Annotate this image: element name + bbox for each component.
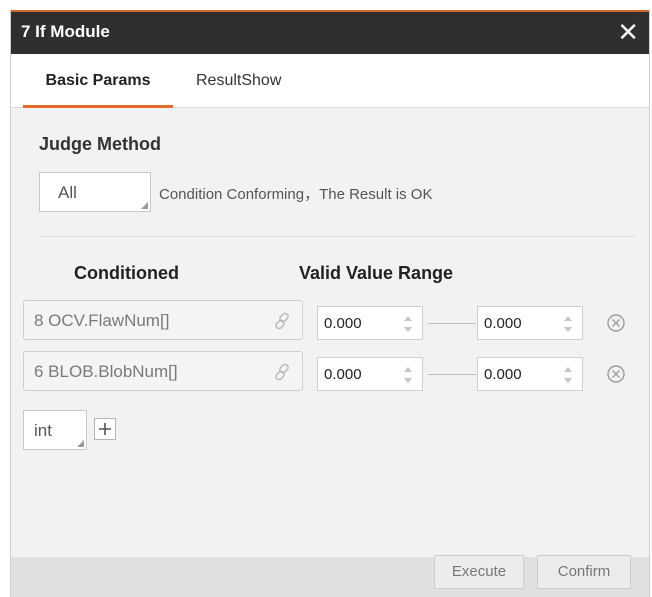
remove-condition-icon[interactable] — [605, 312, 627, 334]
close-icon[interactable]: ✕ — [617, 17, 639, 47]
condition-type-value: int — [34, 421, 52, 440]
range-max-input[interactable]: 0.000 — [477, 357, 583, 391]
execute-button[interactable]: Execute — [434, 555, 524, 589]
dialog-title: 7 If Module — [21, 22, 110, 41]
link-icon[interactable] — [272, 362, 292, 382]
range-separator — [428, 374, 476, 375]
tab-bar: Basic Params ResultShow — [11, 54, 649, 108]
dropdown-corner-icon — [77, 440, 84, 447]
condition-text: 6 BLOB.BlobNum[] — [34, 362, 178, 381]
condition-field[interactable]: 8 OCV.FlawNum[] — [23, 300, 303, 340]
spinner-icon[interactable] — [564, 364, 572, 386]
spinner-icon[interactable] — [404, 313, 412, 335]
valid-value-range-header: Valid Value Range — [299, 263, 454, 283]
section-divider — [39, 236, 635, 237]
judge-method-heading: Judge Method — [39, 134, 161, 154]
range-min-value: 0.000 — [324, 366, 362, 383]
plus-icon — [99, 423, 111, 435]
remove-condition-icon[interactable] — [605, 363, 627, 385]
judge-method-value: All — [58, 183, 77, 202]
spinner-icon[interactable] — [564, 313, 572, 335]
condition-text: 8 OCV.FlawNum[] — [34, 311, 170, 330]
spinner-icon[interactable] — [404, 364, 412, 386]
link-icon[interactable] — [272, 311, 292, 331]
add-condition-button[interactable] — [94, 418, 116, 440]
condition-field[interactable]: 6 BLOB.BlobNum[] — [23, 351, 303, 391]
range-min-value: 0.000 — [324, 315, 362, 332]
confirm-button[interactable]: Confirm — [537, 555, 631, 589]
tab-result-show[interactable]: ResultShow — [196, 54, 281, 108]
judge-method-description: Condition Conforming，The Result is OK — [159, 186, 433, 203]
range-min-input[interactable]: 0.000 — [317, 306, 423, 340]
range-separator — [428, 323, 476, 324]
conditioned-column-header: Conditioned — [74, 263, 179, 283]
range-min-input[interactable]: 0.000 — [317, 357, 423, 391]
range-max-input[interactable]: 0.000 — [477, 306, 583, 340]
range-max-value: 0.000 — [484, 315, 522, 332]
title-bar[interactable]: 7 If Module ✕ — [11, 10, 649, 54]
judge-method-select[interactable]: All — [39, 172, 151, 212]
dropdown-corner-icon — [141, 202, 148, 209]
range-max-value: 0.000 — [484, 366, 522, 383]
tab-basic-params[interactable]: Basic Params — [23, 54, 173, 108]
condition-type-select[interactable]: int — [23, 410, 87, 450]
if-module-dialog: 7 If Module ✕ Basic Params ResultShow Ju… — [10, 10, 650, 597]
